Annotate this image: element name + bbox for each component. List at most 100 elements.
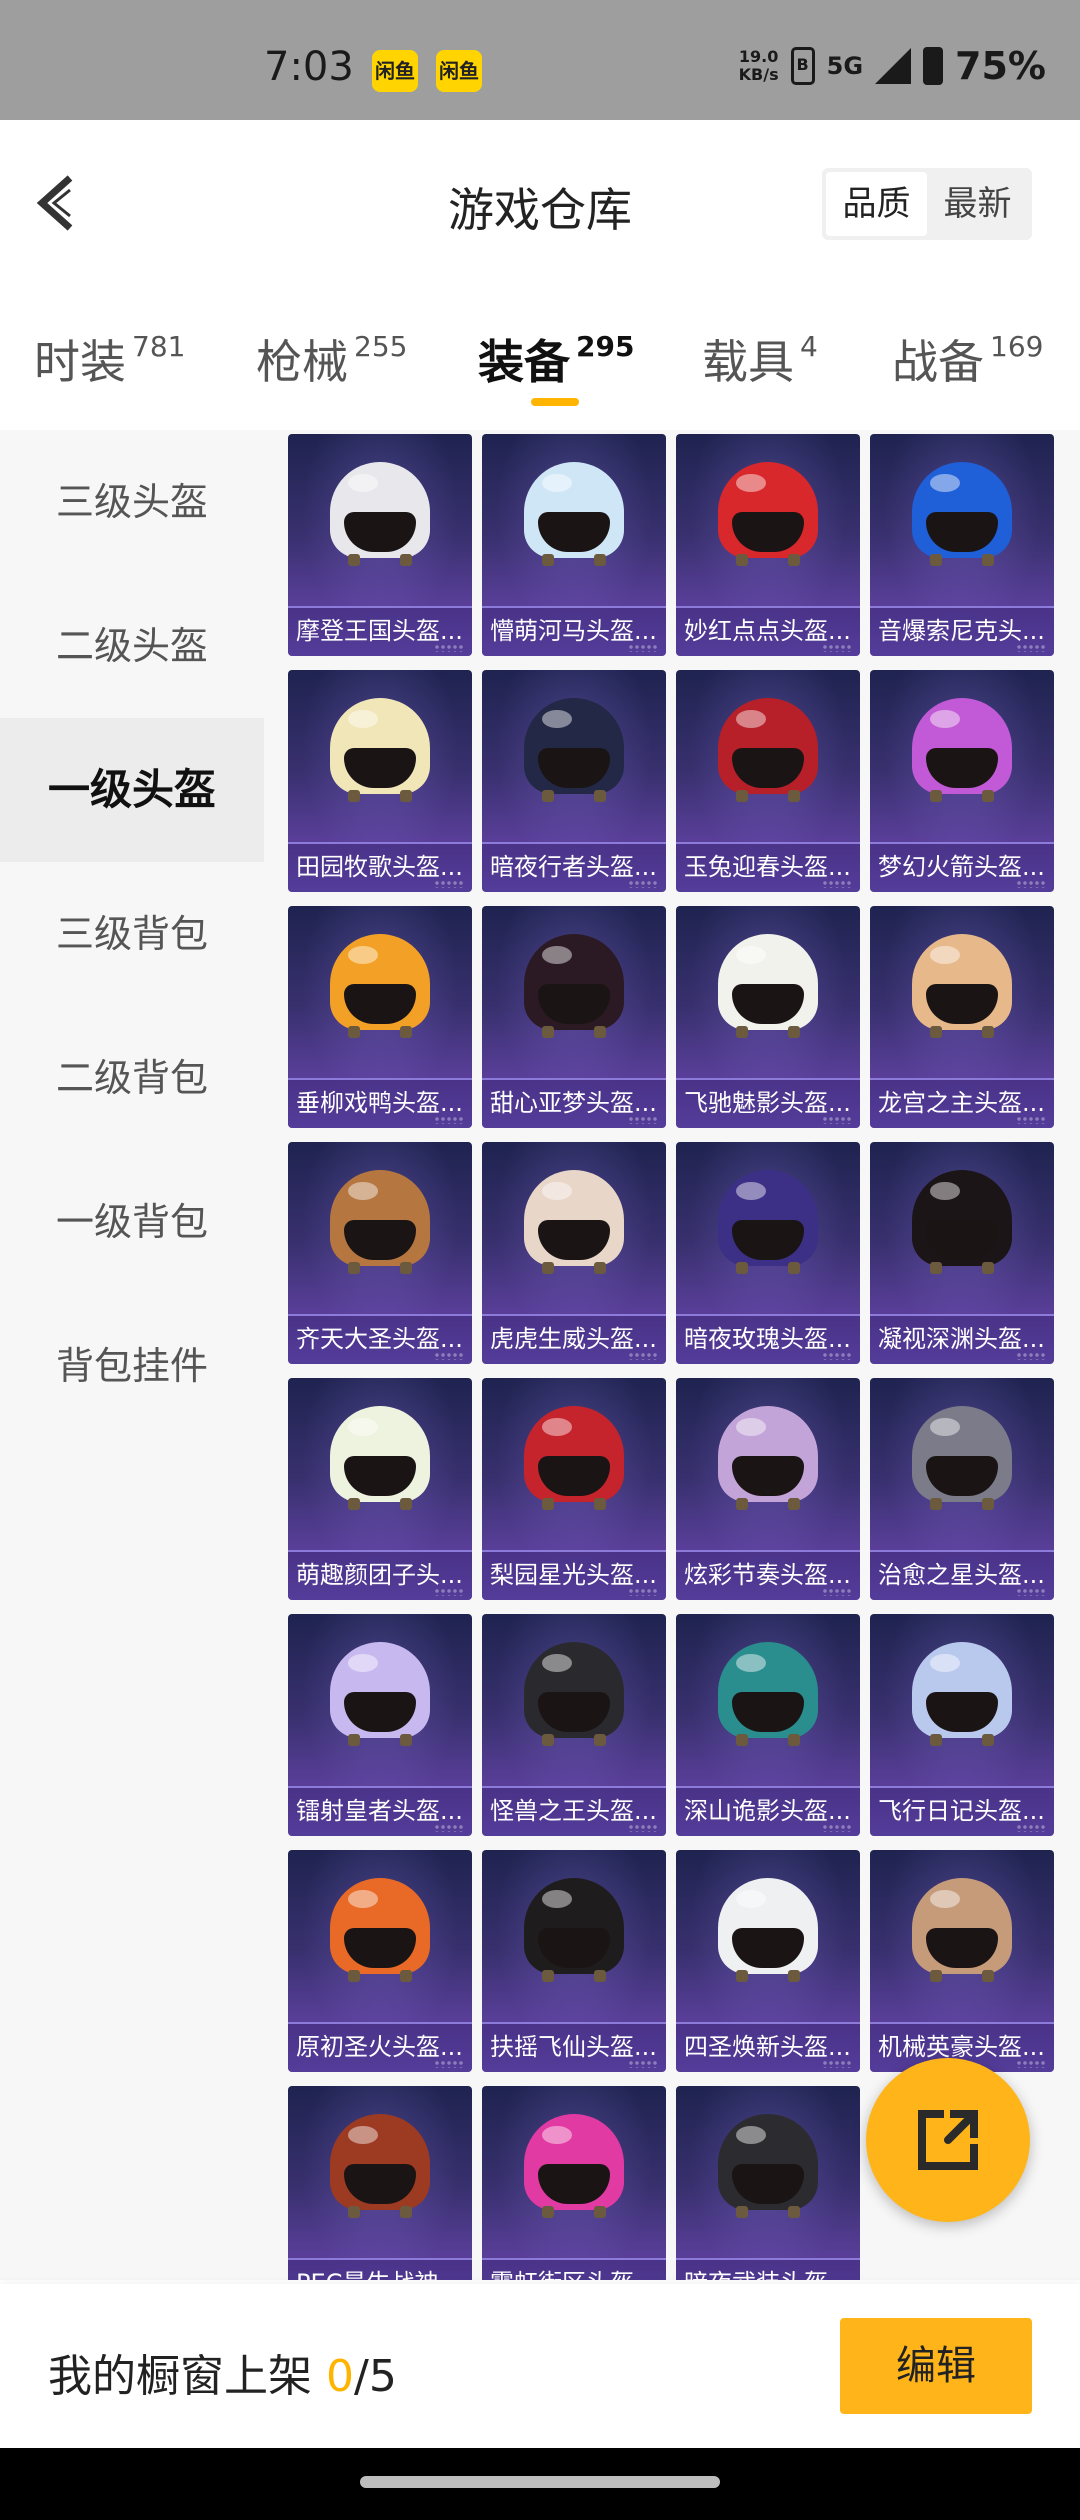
helmet-strap — [982, 1498, 994, 1510]
app-notification-icon: 闲鱼 — [372, 50, 418, 92]
helmet-shine — [542, 1182, 572, 1200]
item-card[interactable]: 暗夜行者头盔... — [482, 670, 666, 892]
item-card[interactable]: 梦幻火箭头盔... — [870, 670, 1054, 892]
network-type: 5G — [826, 52, 864, 80]
helmet-icon — [912, 1642, 1012, 1746]
item-card[interactable]: 摩登王国头盔... — [288, 434, 472, 656]
sort-newest-button[interactable]: 最新 — [927, 172, 1028, 236]
sidebar-item-level1-helmet[interactable]: 一级头盔 — [0, 718, 264, 862]
helmet-icon — [912, 1170, 1012, 1274]
item-name: 飞行日记头盔... — [878, 1797, 1045, 1825]
item-name: 怪兽之王头盔... — [490, 1797, 657, 1825]
helmet-strap — [400, 1498, 412, 1510]
helmet-strap — [788, 1262, 800, 1274]
helmet-icon — [912, 934, 1012, 1038]
card-decoration — [822, 1824, 852, 1832]
tab-vehicles[interactable]: 载具 4 — [702, 326, 818, 392]
helmet-strap — [930, 790, 942, 802]
helmet-strap — [348, 1026, 360, 1038]
item-card[interactable]: 龙宫之主头盔... — [870, 906, 1054, 1128]
helmet-strap — [736, 790, 748, 802]
sidebar-item-level3-helmet[interactable]: 三级头盔 — [0, 430, 264, 574]
item-card[interactable]: 四圣焕新头盔... — [676, 1850, 860, 2072]
helmet-strap — [400, 1970, 412, 1982]
tab-fashion[interactable]: 时装 781 — [34, 326, 185, 392]
item-name: 机械英豪头盔... — [878, 2033, 1045, 2061]
item-name: 玉兔迎春头盔... — [684, 853, 851, 881]
item-card[interactable]: 飞行日记头盔... — [870, 1614, 1054, 1836]
card-decoration — [434, 644, 464, 652]
share-button[interactable] — [866, 2058, 1030, 2222]
item-card[interactable]: 音爆索尼克头... — [870, 434, 1054, 656]
sidebar-item-backpack-pendant[interactable]: 背包挂件 — [0, 1294, 264, 1438]
helmet-strap — [736, 1970, 748, 1982]
item-card[interactable]: 萌趣颜团子头... — [288, 1378, 472, 1600]
item-card[interactable]: 懵萌河马头盔... — [482, 434, 666, 656]
helmet-shine — [542, 1890, 572, 1908]
helmet-strap — [594, 790, 606, 802]
item-card[interactable]: 霓虹街区头盔... — [482, 2086, 666, 2280]
helmet-shine — [930, 1654, 960, 1672]
signal-icon — [875, 48, 912, 84]
helmet-strap — [788, 1498, 800, 1510]
helmet-strap — [400, 2206, 412, 2218]
helmet-strap — [736, 2206, 748, 2218]
card-decoration — [434, 2060, 464, 2068]
item-card[interactable]: 虎虎生威头盔... — [482, 1142, 666, 1364]
item-card[interactable]: 齐天大圣头盔... — [288, 1142, 472, 1364]
item-name: 暗夜行者头盔... — [490, 853, 657, 881]
tab-weapons[interactable]: 枪械 255 — [256, 326, 407, 392]
card-decoration — [822, 1588, 852, 1596]
helmet-icon — [330, 1878, 430, 1982]
item-card[interactable]: 垂柳戏鸭头盔... — [288, 906, 472, 1128]
item-card[interactable]: 暗夜武装头盔... — [676, 2086, 860, 2280]
helmet-strap — [788, 2206, 800, 2218]
helmet-icon — [912, 462, 1012, 566]
item-card[interactable]: 镭射皇者头盔... — [288, 1614, 472, 1836]
item-card[interactable]: 凝视深渊头盔... — [870, 1142, 1054, 1364]
item-card[interactable]: 妙红点点头盔... — [676, 434, 860, 656]
item-card[interactable]: 机械英豪头盔... — [870, 1850, 1054, 2072]
helmet-icon — [912, 1878, 1012, 1982]
item-name: 治愈之星头盔... — [878, 1561, 1045, 1589]
item-card[interactable]: 田园牧歌头盔... — [288, 670, 472, 892]
tab-gear[interactable]: 战备 169 — [892, 326, 1043, 392]
header: 游戏仓库 品质 最新 — [0, 120, 1080, 290]
edit-button[interactable]: 编辑 — [840, 2318, 1032, 2414]
sidebar-item-level2-helmet[interactable]: 二级头盔 — [0, 574, 264, 718]
helmet-icon — [912, 1406, 1012, 1510]
home-indicator[interactable] — [360, 2476, 720, 2488]
item-card[interactable]: 扶摇飞仙头盔... — [482, 1850, 666, 2072]
helmet-strap — [736, 1734, 748, 1746]
item-card[interactable]: 治愈之星头盔... — [870, 1378, 1054, 1600]
helmet-strap — [542, 554, 554, 566]
item-card[interactable]: 玉兔迎春头盔... — [676, 670, 860, 892]
sort-quality-button[interactable]: 品质 — [826, 172, 927, 236]
item-card[interactable]: 甜心亚梦头盔... — [482, 906, 666, 1128]
item-card[interactable]: 暗夜玫瑰头盔... — [676, 1142, 860, 1364]
sidebar-item-level2-backpack[interactable]: 二级背包 — [0, 1006, 264, 1150]
item-card[interactable]: 梨园星光头盔... — [482, 1378, 666, 1600]
card-decoration — [1016, 644, 1046, 652]
battery-icon — [923, 47, 944, 85]
item-name: 梦幻火箭头盔... — [878, 853, 1045, 881]
showcase-status: 我的橱窗上架 0/5 — [48, 2351, 397, 2402]
tab-equipment[interactable]: 装备 295 — [478, 326, 634, 392]
sidebar-item-level1-backpack[interactable]: 一级背包 — [0, 1150, 264, 1294]
sidebar-item-level3-backpack[interactable]: 三级背包 — [0, 862, 264, 1006]
item-card[interactable]: 深山诡影头盔... — [676, 1614, 860, 1836]
item-card[interactable]: PEC最牛战神... — [288, 2086, 472, 2280]
card-decoration — [628, 644, 658, 652]
item-name: 原初圣火头盔... — [296, 2033, 463, 2061]
helmet-shine — [348, 946, 378, 964]
item-card[interactable]: 怪兽之王头盔... — [482, 1614, 666, 1836]
item-card[interactable]: 炫彩节奏头盔... — [676, 1378, 860, 1600]
item-card[interactable]: 原初圣火头盔... — [288, 1850, 472, 2072]
helmet-strap — [736, 1262, 748, 1274]
helmet-strap — [982, 790, 994, 802]
helmet-icon — [330, 1642, 430, 1746]
helmet-shine — [736, 1654, 766, 1672]
helmet-strap — [982, 1734, 994, 1746]
item-name: 田园牧歌头盔... — [296, 853, 463, 881]
item-card[interactable]: 飞驰魅影头盔... — [676, 906, 860, 1128]
